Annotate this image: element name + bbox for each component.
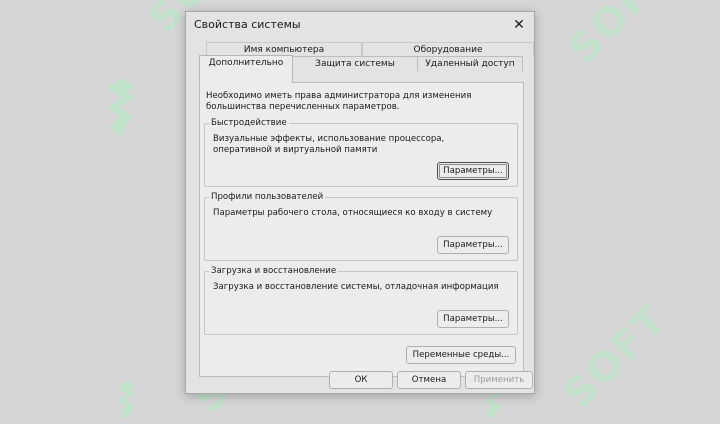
tab-system-protection[interactable]: Защита системы	[292, 56, 418, 71]
cancel-button[interactable]: Отмена	[397, 371, 461, 389]
environment-variables-button[interactable]: Переменные среды...	[406, 346, 516, 364]
tab-remote-access[interactable]: Удаленный доступ	[417, 56, 523, 71]
system-properties-dialog: Свойства системы ✕ Имя компьютера Оборуд…	[185, 11, 535, 394]
admin-rights-note: Необходимо иметь права администратора дл…	[206, 91, 472, 112]
ok-button[interactable]: ОК	[329, 371, 393, 389]
group-title: Загрузка и восстановление	[209, 265, 339, 277]
window-title: Свойства системы	[194, 18, 301, 31]
group-title: Профили пользователей	[209, 191, 326, 203]
watermark-logo	[104, 76, 138, 138]
group-description: Загрузка и восстановление системы, отлад…	[213, 282, 499, 292]
watermark-logo	[110, 380, 144, 420]
group-description: Параметры рабочего стола, относящиеся ко…	[213, 208, 493, 218]
group-description: Визуальные эффекты, использование процес…	[213, 134, 445, 155]
startup-settings-button[interactable]: Параметры...	[437, 310, 509, 328]
group-title: Быстродействие	[209, 117, 289, 129]
advanced-tab-panel: Необходимо иметь права администратора дл…	[199, 82, 524, 377]
title-bar: Свойства системы ✕	[186, 12, 534, 38]
performance-settings-button[interactable]: Параметры...	[437, 162, 509, 180]
tab-advanced[interactable]: Дополнительно	[199, 55, 293, 83]
close-button[interactable]: ✕	[504, 12, 534, 38]
close-icon: ✕	[513, 17, 525, 33]
watermark-text: SOFT	[555, 296, 677, 418]
profiles-settings-button[interactable]: Параметры...	[437, 236, 509, 254]
performance-group: Быстродействие Визуальные эффекты, испол…	[204, 117, 518, 187]
watermark-text: SOFT	[560, 0, 682, 73]
tab-hardware[interactable]: Оборудование	[362, 42, 534, 57]
user-profiles-group: Профили пользователей Параметры рабочего…	[204, 191, 518, 261]
apply-button[interactable]: Применить	[465, 371, 533, 389]
startup-recovery-group: Загрузка и восстановление Загрузка и вос…	[204, 265, 518, 335]
